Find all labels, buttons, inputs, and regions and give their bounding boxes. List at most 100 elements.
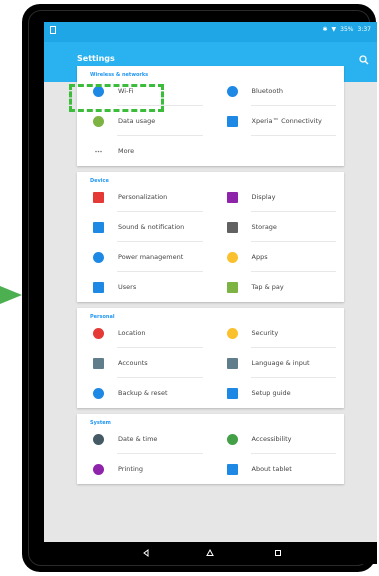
settings-item-label: Printing	[118, 465, 144, 473]
printing-icon	[93, 463, 104, 475]
recents-icon	[275, 550, 281, 556]
setup-guide-icon	[226, 387, 238, 399]
recents-button[interactable]	[273, 548, 283, 558]
settings-item-keyboard[interactable]: Language & input	[211, 348, 345, 378]
back-icon	[143, 549, 149, 557]
status-icons: ✱ ▼ 35% 3:37	[323, 26, 371, 33]
settings-item-more[interactable]: More	[77, 136, 211, 166]
settings-item-security[interactable]: Security	[211, 318, 345, 348]
settings-item-label: Language & input	[251, 359, 310, 367]
settings-item-label: Sound & notification	[118, 223, 185, 231]
settings-row: Location Security	[77, 318, 344, 348]
settings-row: Backup & reset Setup guide	[77, 378, 344, 408]
settings-item-label: Bluetooth	[251, 87, 284, 95]
settings-row: Sound & notification Storage	[77, 212, 344, 242]
row-divider	[250, 135, 336, 136]
settings-item-label: Display	[251, 193, 276, 201]
settings-item-label: Backup & reset	[118, 389, 168, 397]
more-icon	[93, 146, 104, 157]
settings-item-xperia-connectivity[interactable]: Xperia™ Connectivity	[211, 106, 345, 136]
settings-row: Users Tap & pay	[77, 272, 344, 302]
settings-item-personalization[interactable]: Personalization	[77, 182, 211, 212]
navigation-bar	[44, 542, 377, 564]
settings-item-label: Personalization	[118, 193, 168, 201]
settings-row: Accounts Language & input	[77, 348, 344, 378]
backup-icon	[93, 387, 104, 399]
settings-item-label: Location	[118, 329, 146, 337]
settings-item-setup-guide[interactable]: Setup guide	[211, 378, 345, 408]
wifi-highlight-box	[69, 84, 164, 112]
pointer-arrow	[0, 286, 22, 304]
search-button[interactable]	[357, 52, 371, 66]
settings-item-printing[interactable]: Printing	[77, 454, 211, 484]
settings-item-label: About tablet	[251, 465, 292, 473]
sound-icon	[93, 221, 104, 233]
settings-item-power[interactable]: Power management	[77, 242, 211, 272]
settings-list: Wireless & networks Wi-Fi Bluetooth Data us…	[77, 66, 344, 548]
settings-section: Personal Location Security Accounts Language…	[77, 308, 344, 408]
settings-item-label: Security	[251, 329, 279, 337]
bluetooth-status-icon: ✱	[322, 26, 328, 33]
apps-icon	[226, 251, 238, 263]
page-title: Settings	[77, 54, 115, 63]
settings-item-display[interactable]: Display	[211, 182, 345, 212]
settings-item-label: Storage	[251, 223, 277, 231]
settings-item-sound[interactable]: Sound & notification	[77, 212, 211, 242]
settings-item-bluetooth[interactable]: Bluetooth	[211, 76, 345, 106]
settings-item-accessibility[interactable]: Accessibility	[211, 424, 345, 454]
settings-item-label: Date & time	[118, 435, 158, 443]
battery-text: 35%	[340, 26, 354, 33]
personalization-icon	[93, 191, 104, 203]
section-title: Wireless & networks	[90, 72, 149, 78]
settings-row: Power management Apps	[77, 242, 344, 272]
wifi-status-icon: ▼	[331, 26, 337, 33]
settings-item-label: Users	[118, 283, 137, 291]
settings-item-storage[interactable]: Storage	[211, 212, 345, 242]
settings-item-about-tablet[interactable]: About tablet	[211, 454, 345, 484]
display-icon	[226, 191, 238, 203]
settings-item-label: Power management	[118, 253, 184, 261]
section-title: Personal	[90, 314, 115, 320]
storage-icon	[226, 221, 238, 233]
settings-section: System Date & time Accessibility Printing Ab…	[77, 414, 344, 484]
accounts-icon	[93, 357, 104, 369]
search-icon	[359, 55, 369, 65]
tap-pay-icon	[226, 281, 238, 293]
settings-item-backup[interactable]: Backup & reset	[77, 378, 211, 408]
settings-row: Personalization Display	[77, 182, 344, 212]
clock-icon	[93, 433, 104, 445]
settings-item-label: Tap & pay	[251, 283, 284, 291]
settings-row: Printing About tablet	[77, 454, 344, 484]
settings-item-users[interactable]: Users	[77, 272, 211, 302]
about-tablet-icon	[226, 463, 238, 475]
settings-section: Wireless & networks Wi-Fi Bluetooth Data us…	[77, 66, 344, 166]
settings-row: More	[77, 136, 344, 166]
data-usage-icon	[93, 115, 104, 127]
settings-item-label: Xperia™ Connectivity	[251, 117, 322, 125]
users-icon	[93, 281, 104, 293]
settings-item-label: Accounts	[118, 359, 148, 367]
settings-item-accounts[interactable]: Accounts	[77, 348, 211, 378]
settings-item-apps[interactable]: Apps	[211, 242, 345, 272]
home-button[interactable]	[205, 548, 215, 558]
power-icon	[93, 251, 104, 263]
settings-section: Device Personalization Display Sound & noti…	[77, 172, 344, 302]
security-icon	[226, 327, 238, 339]
xperia-connectivity-icon	[226, 115, 238, 127]
settings-item-tap-pay[interactable]: Tap & pay	[211, 272, 345, 302]
location-icon	[93, 327, 104, 339]
accessibility-icon	[226, 433, 238, 445]
back-button[interactable]	[141, 548, 151, 558]
section-title: System	[90, 420, 111, 426]
section-title: Device	[90, 178, 109, 184]
keyboard-icon	[226, 357, 238, 369]
settings-item-label: Apps	[251, 253, 268, 261]
status-bar: ✱ ▼ 35% 3:37	[44, 22, 377, 42]
settings-row: Date & time Accessibility	[77, 424, 344, 454]
settings-item-location[interactable]: Location	[77, 318, 211, 348]
settings-item-clock[interactable]: Date & time	[77, 424, 211, 454]
settings-item-label: Accessibility	[251, 435, 292, 443]
settings-item-label: More	[118, 147, 135, 155]
time-text: 3:37	[357, 26, 371, 33]
notification-icon	[50, 26, 56, 34]
